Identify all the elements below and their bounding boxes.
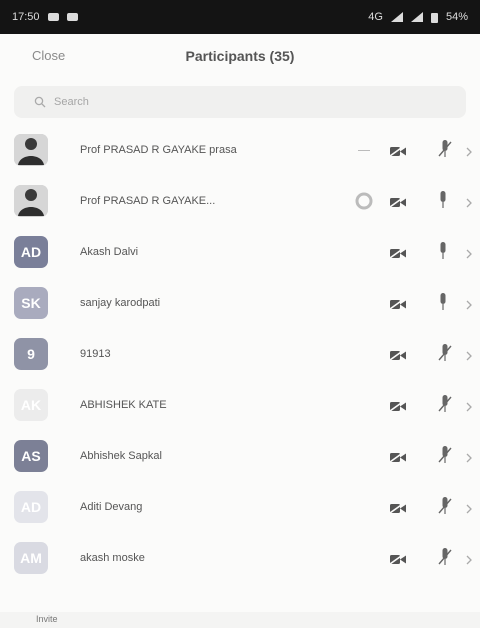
participant-name: Prof PRASAD R GAYAKE...: [80, 195, 216, 207]
video-off-icon[interactable]: [389, 195, 406, 213]
avatar: SK: [14, 287, 48, 319]
chevron-right-icon[interactable]: [466, 552, 472, 570]
avatar: 9: [14, 338, 48, 370]
mic-muted-icon[interactable]: [438, 497, 452, 520]
video-off-icon[interactable]: [389, 297, 406, 315]
avatar: [14, 134, 48, 166]
participant-name: sanjay karodpati: [80, 297, 161, 309]
video-off-icon[interactable]: [389, 348, 406, 366]
search-bar[interactable]: [14, 86, 466, 118]
video-off-icon[interactable]: [389, 552, 406, 570]
avatar-initials: AD: [20, 244, 42, 260]
status-bar: 17:50 4G 54%: [0, 0, 480, 34]
avatar-initials: AD: [20, 499, 42, 515]
status-time: 17:50: [12, 11, 40, 23]
participant-row[interactable]: AK ABHISHEK KATE: [0, 381, 480, 432]
mic-muted-icon[interactable]: [438, 344, 452, 367]
mic-muted-icon[interactable]: [438, 395, 452, 418]
separator-dash: [358, 150, 370, 151]
gallery-icon: [66, 13, 78, 21]
avatar-initials: AS: [21, 448, 41, 464]
battery-label: 54%: [445, 11, 468, 23]
mic-muted-icon[interactable]: [438, 548, 452, 571]
mic-muted-icon[interactable]: [438, 446, 452, 469]
avatar-photo: [14, 134, 48, 166]
avatar: AD: [14, 236, 48, 268]
search-icon: [34, 96, 46, 108]
chevron-right-icon[interactable]: [466, 348, 472, 366]
avatar: AS: [14, 440, 48, 472]
avatar-initials: AM: [20, 550, 42, 566]
chevron-right-icon[interactable]: [466, 144, 472, 162]
network-label: 4G: [368, 11, 383, 23]
chevron-right-icon[interactable]: [466, 450, 472, 468]
mic-muted-icon[interactable]: [438, 140, 452, 163]
participant-row[interactable]: AD Akash Dalvi: [0, 228, 480, 279]
participant-name: ABHISHEK KATE: [80, 399, 167, 411]
participants-header: Close Participants (35): [0, 36, 480, 82]
avatar: AD: [14, 491, 48, 523]
notification-icon: [47, 13, 59, 21]
video-off-icon[interactable]: [389, 501, 406, 519]
mic-icon[interactable]: [438, 191, 448, 214]
avatar: AK: [14, 389, 48, 421]
participant-name: akash moske: [80, 552, 145, 564]
chevron-right-icon[interactable]: [466, 501, 472, 519]
status-bar-right: 4G 54%: [368, 11, 468, 23]
battery-icon: [430, 12, 438, 23]
participant-row[interactable]: AD Aditi Devang: [0, 483, 480, 534]
participant-row[interactable]: Prof PRASAD R GAYAKE...: [0, 177, 480, 228]
participant-row[interactable]: AS Abhishek Sapkal: [0, 432, 480, 483]
participant-name: Akash Dalvi: [80, 246, 139, 258]
avatar: [14, 185, 48, 217]
page-title: Participants (35): [185, 48, 295, 64]
chevron-right-icon[interactable]: [466, 195, 472, 213]
participant-row[interactable]: Prof PRASAD R GAYAKE prasa: [0, 126, 480, 177]
video-off-icon[interactable]: [389, 144, 406, 162]
participant-row[interactable]: SK sanjay karodpati: [0, 279, 480, 330]
participant-name: Aditi Devang: [80, 501, 143, 513]
chevron-right-icon[interactable]: [466, 399, 472, 417]
video-off-icon[interactable]: [389, 399, 406, 417]
participant-list: Prof PRASAD R GAYAKE prasa Prof PRASAD R …: [0, 126, 480, 585]
footer-bar: [0, 612, 480, 628]
search-input[interactable]: [52, 95, 436, 109]
participant-name: Abhishek Sapkal: [80, 450, 162, 462]
avatar-initials: 9: [27, 346, 35, 362]
avatar-initials: SK: [21, 295, 41, 311]
participant-row[interactable]: 9 91913: [0, 330, 480, 381]
avatar-photo: [14, 185, 48, 217]
mic-icon[interactable]: [438, 293, 448, 316]
screen-share-icon: [355, 192, 373, 215]
avatar: AM: [14, 542, 48, 574]
mic-icon[interactable]: [438, 242, 448, 265]
chevron-right-icon[interactable]: [466, 297, 472, 315]
signal-icon-2: [410, 12, 423, 22]
participant-name: 91913: [80, 348, 111, 360]
video-off-icon[interactable]: [389, 450, 406, 468]
video-off-icon[interactable]: [389, 246, 406, 264]
participant-name: Prof PRASAD R GAYAKE prasa: [80, 144, 237, 156]
status-bar-left: 17:50: [12, 11, 78, 23]
invite-button[interactable]: Invite: [36, 614, 58, 624]
chevron-right-icon[interactable]: [466, 246, 472, 264]
participant-row[interactable]: AM akash moske: [0, 534, 480, 585]
avatar-initials: AK: [20, 397, 42, 413]
signal-icon: [390, 12, 403, 22]
